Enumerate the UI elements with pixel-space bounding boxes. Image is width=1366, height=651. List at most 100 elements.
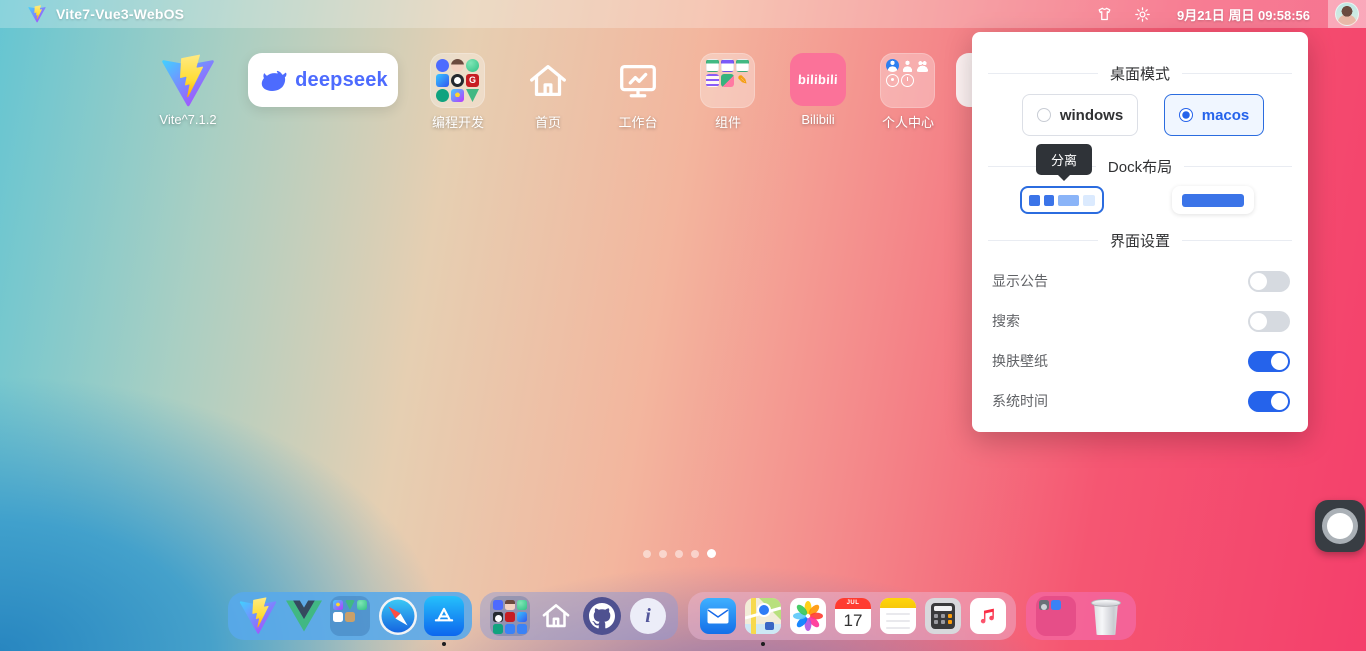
toggle-search[interactable] bbox=[1248, 311, 1290, 332]
setting-label: 显示公告 bbox=[992, 271, 1048, 291]
dock-icon-trash[interactable] bbox=[1086, 596, 1126, 636]
dock-group-3: JUL 17 bbox=[688, 592, 1016, 640]
icon-label: 编程开发 bbox=[408, 112, 508, 131]
dock-seg-icon bbox=[1058, 195, 1079, 206]
desktop-icon-vite[interactable]: Vite^7.1.2 bbox=[160, 53, 216, 108]
dock-icon-home[interactable] bbox=[536, 596, 576, 636]
dock-layout-option-unified[interactable] bbox=[1172, 186, 1254, 214]
toggle-wallpaper[interactable] bbox=[1248, 351, 1290, 372]
desktop-widget-deepseek[interactable]: deepseek bbox=[248, 53, 398, 107]
running-indicator-appstore bbox=[442, 642, 446, 646]
mode-option-macos[interactable]: macos bbox=[1164, 94, 1264, 136]
icon-label: 工作台 bbox=[588, 112, 688, 131]
desktop-icon-workbench[interactable]: 工作台 bbox=[610, 53, 666, 108]
calendar-month: JUL bbox=[835, 598, 871, 609]
user-mini-icon bbox=[886, 59, 899, 72]
deepseek-wordmark: deepseek bbox=[295, 69, 388, 92]
dock-layout-tooltip: 分离 bbox=[1036, 144, 1092, 175]
form-mini-icon bbox=[721, 74, 734, 87]
section-interface: 界面设置 bbox=[988, 230, 1292, 251]
icon-label: 首页 bbox=[498, 112, 598, 131]
dock-layout-option-split[interactable] bbox=[1020, 186, 1104, 214]
pager-dot-1[interactable] bbox=[643, 550, 651, 558]
desktop-icon-bilibili[interactable]: bilibili Bilibili bbox=[790, 53, 846, 106]
toggle-systemtime[interactable] bbox=[1248, 391, 1290, 412]
radio-icon bbox=[1037, 108, 1051, 122]
setting-label: 系统时间 bbox=[992, 391, 1048, 411]
avatar-button[interactable] bbox=[1328, 0, 1366, 28]
setting-row-wallpaper: 换肤壁纸 bbox=[992, 349, 1290, 373]
dock-icon-safari[interactable] bbox=[378, 596, 418, 636]
theme-skin-icon[interactable] bbox=[1091, 0, 1117, 28]
dock-icon-vite[interactable] bbox=[238, 596, 278, 636]
dock-icon-calculator[interactable] bbox=[925, 596, 961, 636]
icon-label: 个人中心 bbox=[858, 112, 958, 131]
assistive-ring bbox=[1322, 508, 1358, 544]
setting-row-systemtime: 系统时间 bbox=[992, 389, 1290, 413]
dock-folder-apps[interactable] bbox=[490, 596, 530, 636]
running-indicator-maps bbox=[761, 642, 765, 646]
dock-icon-appstore[interactable] bbox=[424, 596, 464, 636]
section-title: 界面设置 bbox=[1110, 230, 1170, 251]
settings-gear-icon[interactable] bbox=[1129, 0, 1155, 28]
divider bbox=[988, 73, 1098, 74]
dock-folder-devtools[interactable] bbox=[330, 596, 370, 636]
desktop-root: Vite7-Vue3-WebOS 9月21日 周日 09:58:56 bbox=[0, 0, 1366, 651]
dock-icon-maps[interactable] bbox=[745, 596, 781, 636]
folder-tile: G bbox=[430, 53, 485, 108]
icon-label: Bilibili bbox=[768, 112, 868, 127]
vue-mini-icon bbox=[345, 600, 355, 610]
desktop-folder-usercenter[interactable]: 个人中心 bbox=[880, 53, 936, 108]
blue-mini-icon bbox=[517, 624, 527, 634]
home-icon bbox=[520, 53, 576, 108]
dock-icon-mail[interactable] bbox=[700, 596, 736, 636]
dock-bar-icon bbox=[1182, 194, 1244, 207]
assistive-touch-button[interactable] bbox=[1315, 500, 1365, 552]
section-title: 桌面模式 bbox=[1110, 63, 1170, 84]
vue-mini-icon bbox=[466, 89, 479, 102]
clock-mini-icon bbox=[901, 74, 914, 87]
vite-mini-icon bbox=[451, 89, 464, 102]
pager-dot-5[interactable] bbox=[707, 549, 716, 558]
dock-icon-music[interactable] bbox=[970, 596, 1006, 636]
pager-dot-3[interactable] bbox=[675, 550, 683, 558]
dock-icon-notes[interactable] bbox=[880, 596, 916, 636]
dock-folder-system[interactable] bbox=[1036, 596, 1076, 636]
folder-tile: ✎ bbox=[700, 53, 755, 108]
dock-icon-calendar[interactable]: JUL 17 bbox=[835, 596, 871, 636]
toggle-announcement[interactable] bbox=[1248, 271, 1290, 292]
desktop-folder-dev[interactable]: G 编程开发 bbox=[430, 53, 486, 108]
dock-icon-photos[interactable] bbox=[790, 596, 826, 636]
system-clock[interactable]: 9月21日 周日 09:58:56 bbox=[1177, 5, 1310, 24]
mode-option-windows[interactable]: windows bbox=[1022, 94, 1138, 136]
pager-dot-4[interactable] bbox=[691, 550, 699, 558]
deepseek-whale-icon bbox=[258, 69, 288, 91]
music-tile bbox=[970, 598, 1006, 634]
mode-label: windows bbox=[1060, 107, 1123, 124]
section-title: Dock布局 bbox=[1108, 156, 1172, 177]
divider bbox=[1184, 166, 1292, 167]
settings-panel: 桌面模式 windows macos 分离 Dock布局 bbox=[972, 32, 1308, 432]
desktop-icon-home[interactable]: 首页 bbox=[520, 53, 576, 108]
dock-icon-vue[interactable] bbox=[284, 596, 324, 636]
feishu-mini-icon bbox=[436, 74, 449, 87]
openai-mini-icon bbox=[493, 624, 503, 634]
alarm-mini-icon bbox=[886, 74, 899, 87]
folder-tile bbox=[880, 53, 935, 108]
assistive-core bbox=[1327, 513, 1353, 539]
deepseek-mini-icon bbox=[493, 600, 503, 610]
dock-icon-info[interactable]: i bbox=[628, 596, 668, 636]
workbench-monitor-icon bbox=[610, 53, 666, 108]
github-mini-icon bbox=[493, 612, 503, 622]
wechat-mini-icon bbox=[466, 59, 479, 72]
dock-icon-github[interactable] bbox=[582, 596, 622, 636]
section-desktop-mode: 桌面模式 bbox=[988, 63, 1292, 84]
pager-dot-2[interactable] bbox=[659, 550, 667, 558]
divider bbox=[1182, 73, 1292, 74]
icon-label: 组件 bbox=[678, 112, 778, 131]
dock-group-1 bbox=[228, 592, 472, 640]
menubar-right: 9月21日 周日 09:58:56 bbox=[1091, 0, 1366, 28]
mail-tile bbox=[700, 598, 736, 634]
desktop-folder-components[interactable]: ✎ 组件 bbox=[700, 53, 756, 108]
divider bbox=[1182, 240, 1292, 241]
